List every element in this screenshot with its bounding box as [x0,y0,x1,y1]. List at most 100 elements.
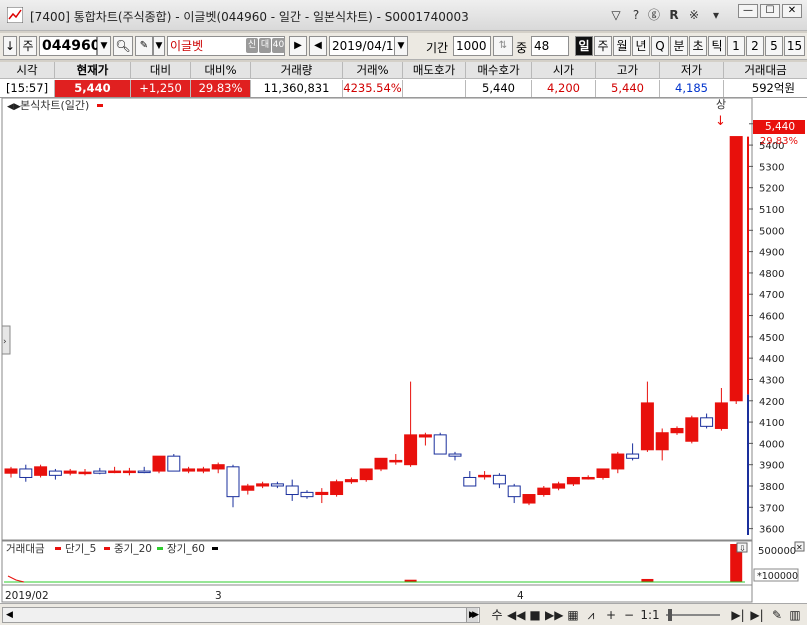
download-icon[interactable]: ⇩ [739,544,746,553]
spin-icon[interactable]: ⇅ [493,36,513,56]
candle-body [522,494,536,504]
expand-icon[interactable]: › [3,337,7,347]
close-icon[interactable]: ✕ [796,543,803,552]
candle-body [552,483,566,489]
volume-legend-mid: 중기_20 [114,543,152,555]
more-icon[interactable]: ▾ [708,7,724,23]
scroll-right-icon[interactable]: ▶ [472,608,479,622]
candle-body [19,468,33,478]
scroll-left-icon[interactable]: ◀ [6,608,13,622]
period-second[interactable]: 초 [689,36,707,56]
value-bid: 5,440 [466,80,532,97]
refresh-icon[interactable]: R [666,7,682,23]
horizontal-scrollbar[interactable]: ◀ ▶ ▶ [2,607,480,623]
layout-icon[interactable]: ▥ [788,607,802,623]
candle-body [418,434,432,438]
zoom-slider[interactable] [664,607,722,623]
candle-body [596,468,610,478]
next-page-icon[interactable]: ▶| [750,607,764,623]
period-minute[interactable]: 분 [670,36,688,56]
search-icon[interactable]: 🔍︎ [113,36,133,56]
candle-body [137,470,151,474]
zoom-mode-icon[interactable]: 수 [490,607,504,623]
candle-body [241,485,255,491]
y-tick-label: 4300 [759,375,784,386]
candle-body [182,468,196,472]
candlestick-chart[interactable]: ◀▶ 본식차트(일간) › 36003700380039004000410042… [0,98,807,603]
rewind-icon[interactable]: ◀◀ [507,607,525,623]
link-icon[interactable]: ⓖ [646,7,662,23]
interval-1[interactable]: 1 [727,36,745,56]
y-axis: 3600 3700 3800 3900 4000 4100 4200 4300 4400 4500… [747,120,784,536]
toolbar: ↓ 주 044960 ▼ 🔍︎ ✎ ▼ 이글벳 신 대 40 ▶ ◀ 2019/… [0,33,807,60]
candle-body [507,485,521,498]
prev-icon[interactable]: ◀ [309,36,327,56]
settings-icon[interactable]: ※ [686,7,702,23]
indicator-icon[interactable]: ⩘ [584,607,598,623]
candle-body [374,457,388,470]
candle-body [344,479,358,483]
zoom-in-icon[interactable]: + [604,607,618,623]
data-table-icon[interactable]: ▦ [566,607,580,623]
candle-body [285,485,299,496]
stop-icon[interactable]: ■ [528,607,542,623]
memo-dropdown-icon[interactable]: ▼ [153,36,165,56]
help-icon[interactable]: ? [628,7,644,23]
interval-5[interactable]: 5 [765,36,783,56]
interval-2[interactable]: 2 [746,36,764,56]
code-dropdown-icon[interactable]: ▼ [97,36,111,56]
chart-area[interactable]: ◀▶ 본식차트(일간) › 3600 3700 3800 3900 4000 4100 42… [0,98,807,603]
bottom-bar: ◀ ▶ ▶ 수 ◀◀ ■ ▶▶ ▦ ⩘ + − 1:1 ▶| ▶| ✎ ▥ [0,603,807,625]
minimize-button[interactable]: — [738,4,758,18]
maximize-button[interactable]: ☐ [760,4,780,18]
candle-body [581,476,595,480]
x-label-mar: 3 [215,590,222,602]
y-tick-label: 4500 [759,333,784,344]
overlap-label: 중 [516,41,528,55]
window-title: [7400] 통합차트(주식종합) - 이글벳(044960 - 일간 - 일본… [30,10,469,24]
go-end-icon[interactable]: ▶| [731,607,745,623]
header-high: 고가 [596,62,660,79]
candle-body [626,453,640,459]
nav-arrows-icon[interactable]: ◀▶ [7,102,21,112]
period-quarter[interactable]: Q [651,36,669,56]
next-icon[interactable]: ▶ [289,36,307,56]
overlap-input[interactable]: 48 [531,36,569,56]
zoom-out-icon[interactable]: − [622,607,636,623]
y-tick-label: 5200 [759,184,784,195]
value-ask [403,80,466,97]
fast-forward-icon[interactable]: ▶▶ [545,607,563,623]
candle-body [300,491,314,498]
candle-body [48,470,62,476]
candle-body [63,470,77,474]
candle-body [640,402,654,451]
period-input[interactable]: 1000 [453,36,491,56]
upper-limit-marker: 상 [716,98,726,111]
period-year[interactable]: 년 [632,36,650,56]
y-tick-label: 4100 [759,418,784,429]
reset-zoom-button[interactable]: 1:1 [640,607,660,623]
interval-15[interactable]: 15 [784,36,805,56]
sort-down-icon[interactable]: ↓ [3,36,17,56]
memo-icon[interactable]: ✎ [135,36,153,56]
period-day[interactable]: 일 [575,36,593,56]
date-dropdown-icon[interactable]: ▼ [394,36,408,56]
edit-icon[interactable]: ✎ [770,607,784,623]
period-week[interactable]: 주 [594,36,612,56]
market-select[interactable]: 주 [19,36,37,56]
header-open: 시가 [532,62,596,79]
header-low: 저가 [660,62,724,79]
date-input[interactable]: 2019/04/18 [329,36,401,56]
long-swatch [212,547,218,550]
value-low: 4,185 [660,80,724,97]
close-button[interactable]: ✕ [782,4,802,18]
y-tick-label: 4000 [759,439,784,450]
candle-body [566,476,580,485]
candle-body [167,455,181,472]
stock-code-input[interactable]: 044960 [39,36,100,56]
candle-body [359,468,373,481]
value-open: 4,200 [532,80,596,97]
pin-icon[interactable]: ▽ [608,7,624,23]
period-month[interactable]: 월 [613,36,631,56]
period-tick[interactable]: 틱 [708,36,726,56]
